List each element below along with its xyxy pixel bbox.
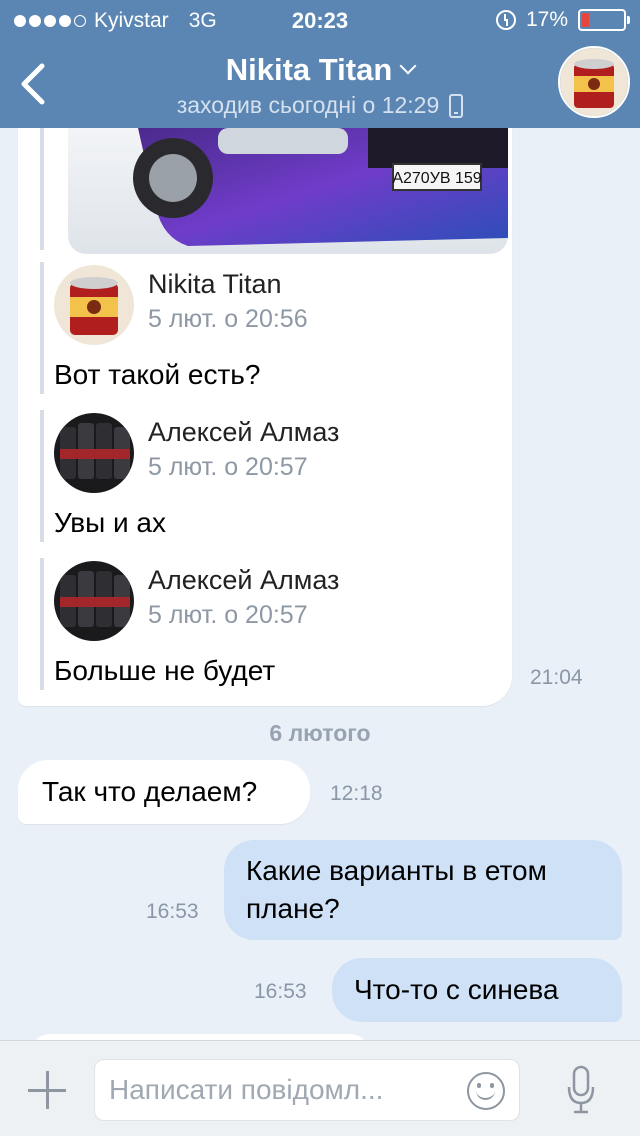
contact-avatar[interactable] bbox=[558, 46, 630, 118]
battery-icon bbox=[578, 9, 630, 31]
avatar[interactable] bbox=[54, 265, 134, 345]
message-time: 16:53 bbox=[146, 900, 199, 923]
forwarded-message[interactable]: Алексей Алмаз 5 лют. о 20:57 Больше не б… bbox=[40, 558, 339, 690]
message-time: 21:04 bbox=[530, 666, 583, 689]
message-input[interactable] bbox=[109, 1070, 459, 1110]
microphone-icon[interactable] bbox=[566, 1065, 596, 1115]
message-bubble-outgoing[interactable]: Какие варианты в етом плане? bbox=[224, 840, 622, 940]
date-separator: 6 лютого bbox=[269, 720, 371, 746]
status-right: 17% bbox=[495, 8, 630, 32]
message-bubble-forwarded[interactable]: А270УВ 159 Nikita Titan 5 лют. о 20:56 В… bbox=[18, 128, 512, 706]
phone-icon bbox=[449, 93, 464, 118]
last-seen-text: заходив сьогодні о 12:29 bbox=[176, 92, 440, 118]
message-text: Что-то с синева bbox=[354, 974, 559, 1005]
forward-text: Больше не будет bbox=[54, 655, 276, 686]
alarm-clock-icon bbox=[495, 10, 516, 30]
chat-area[interactable]: А270УВ 159 Nikita Titan 5 лют. о 20:56 В… bbox=[0, 128, 640, 1040]
smile-icon[interactable] bbox=[467, 1072, 505, 1110]
battery-fill bbox=[582, 13, 589, 27]
message-input-wrap[interactable] bbox=[94, 1059, 520, 1121]
chevron-down-icon[interactable] bbox=[399, 57, 417, 75]
message-time: 12:18 bbox=[330, 782, 383, 805]
message-composer bbox=[0, 1040, 640, 1136]
avatar[interactable] bbox=[54, 413, 134, 493]
back-chevron-icon[interactable] bbox=[16, 62, 56, 106]
status-bar: Kyivstar 3G 20:23 17% bbox=[0, 0, 640, 40]
forward-author[interactable]: Алексей Алмаз bbox=[148, 565, 339, 596]
message-text-line-2: плане? bbox=[246, 893, 340, 924]
message-text-line-1: Какие варианты в етом bbox=[246, 855, 547, 886]
forwarded-photo[interactable]: А270УВ 159 bbox=[68, 128, 508, 254]
chat-header[interactable]: Nikita Titan заходив сьогодні о 12:29 bbox=[100, 52, 540, 119]
message-time: 16:53 bbox=[254, 980, 307, 1003]
forward-text: Вот такой есть? bbox=[54, 359, 261, 390]
forward-author[interactable]: Nikita Titan bbox=[148, 269, 282, 300]
battery-percent: 17% bbox=[525, 8, 568, 31]
avatar[interactable] bbox=[54, 561, 134, 641]
forward-date: 5 лют. о 20:57 bbox=[148, 601, 308, 629]
forward-text: Увы и ах bbox=[54, 507, 166, 538]
forwarded-message[interactable]: Алексей Алмаз 5 лют. о 20:57 Увы и ах bbox=[40, 410, 339, 542]
plus-icon[interactable] bbox=[28, 1071, 66, 1109]
chat-title[interactable]: Nikita Titan bbox=[226, 52, 393, 88]
license-plate-text: А270УВ 159 bbox=[392, 170, 481, 187]
forward-date: 5 лют. о 20:57 bbox=[148, 453, 308, 481]
message-bubble-outgoing[interactable]: Что-то с синева bbox=[332, 958, 622, 1022]
forward-author[interactable]: Алексей Алмаз bbox=[148, 417, 339, 448]
forwarded-photo-block bbox=[40, 128, 44, 250]
last-seen: заходив сьогодні о 12:29 bbox=[100, 92, 540, 119]
message-bubble-incoming[interactable]: Так что делаем? bbox=[18, 760, 310, 824]
message-text: Так что делаем? bbox=[42, 776, 258, 807]
top-bar: Kyivstar 3G 20:23 17% Nikita Titan заход… bbox=[0, 0, 640, 128]
forward-date: 5 лют. о 20:56 bbox=[148, 305, 308, 333]
forwarded-message[interactable]: Nikita Titan 5 лют. о 20:56 Вот такой ес… bbox=[40, 262, 308, 394]
